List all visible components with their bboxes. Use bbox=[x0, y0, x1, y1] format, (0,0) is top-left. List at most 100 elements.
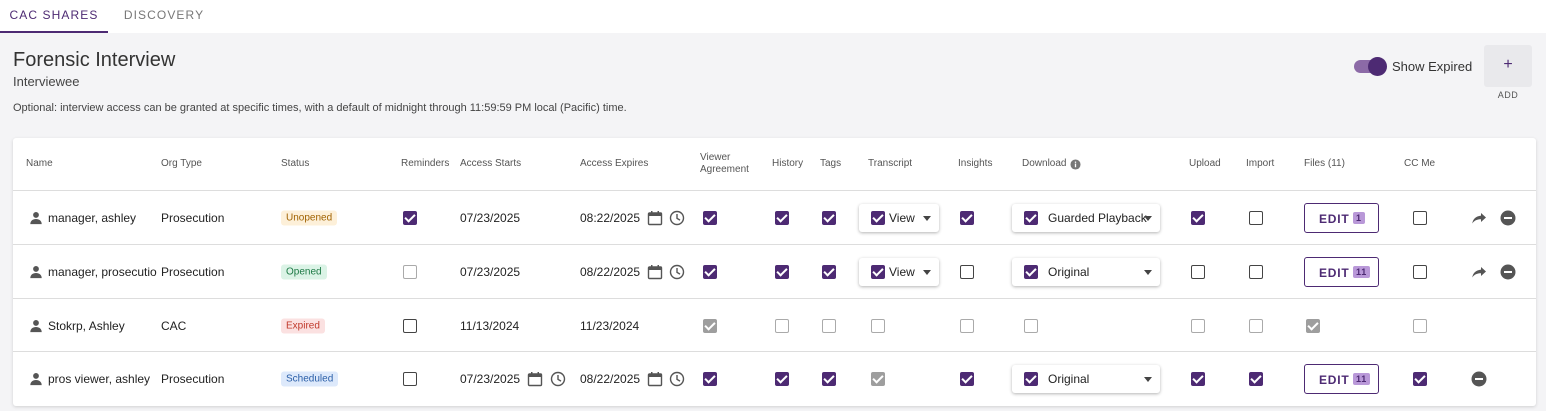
col-reminders: Reminders bbox=[401, 158, 450, 169]
calendar-icon[interactable] bbox=[647, 371, 663, 387]
upload-checkbox[interactable] bbox=[1191, 210, 1205, 225]
history-checkbox bbox=[775, 318, 789, 333]
upload-checkbox[interactable] bbox=[1191, 264, 1205, 279]
viewer-agreement-checkbox[interactable] bbox=[703, 264, 717, 279]
insights-checkbox bbox=[960, 318, 974, 333]
remove-icon[interactable] bbox=[1500, 264, 1516, 280]
remove-icon[interactable] bbox=[1471, 371, 1487, 387]
import-checkbox bbox=[1249, 318, 1263, 333]
reminders-checkbox[interactable] bbox=[403, 264, 417, 279]
edit-label: EDIT bbox=[1319, 211, 1350, 226]
shares-table: Name Org Type Status Reminders Access St… bbox=[13, 138, 1536, 406]
cc-me-checkbox bbox=[1413, 318, 1427, 333]
clock-icon[interactable] bbox=[669, 264, 685, 280]
col-org-type: Org Type bbox=[161, 158, 202, 169]
col-viewer-agreement-line1: Viewer bbox=[700, 152, 731, 163]
history-checkbox[interactable] bbox=[775, 210, 789, 225]
row-org-type: Prosecution bbox=[161, 210, 225, 225]
access-expires[interactable]: 08:22/2025 bbox=[580, 211, 640, 225]
download-dropdown[interactable]: Guarded Playback bbox=[1012, 203, 1160, 232]
show-expired-label: Show Expired bbox=[1392, 59, 1473, 74]
col-files: Files (11) bbox=[1304, 158, 1345, 169]
history-checkbox[interactable] bbox=[775, 371, 789, 386]
transcript-dropdown[interactable]: View bbox=[859, 257, 939, 286]
row-org-type: Prosecution bbox=[161, 371, 225, 386]
col-status: Status bbox=[281, 158, 310, 169]
tab-cac-shares[interactable]: CAC SHARES bbox=[0, 0, 108, 33]
remove-icon[interactable] bbox=[1500, 210, 1516, 226]
import-checkbox[interactable] bbox=[1249, 371, 1263, 386]
share-icon[interactable] bbox=[1471, 210, 1487, 226]
import-checkbox[interactable] bbox=[1249, 264, 1263, 279]
edit-files-button[interactable]: EDIT 1 bbox=[1304, 202, 1379, 233]
show-expired-toggle[interactable]: Show Expired bbox=[1354, 57, 1473, 76]
file-count-badge: 11 bbox=[1353, 265, 1371, 278]
history-checkbox[interactable] bbox=[775, 264, 789, 279]
calendar-icon[interactable] bbox=[647, 264, 663, 280]
table-row: manager, ashley Prosecution Unopened 07/… bbox=[13, 190, 1536, 244]
access-starts[interactable]: 07/23/2025 bbox=[460, 372, 520, 386]
col-upload: Upload bbox=[1189, 158, 1221, 169]
toggle-knob[interactable] bbox=[1368, 57, 1387, 76]
row-org-type: Prosecution bbox=[161, 264, 225, 279]
table-row: pros viewer, ashley Prosecution Schedule… bbox=[13, 351, 1536, 405]
download-dropdown[interactable]: Original bbox=[1012, 364, 1160, 393]
cc-me-checkbox[interactable] bbox=[1413, 371, 1427, 386]
transcript-checkbox[interactable] bbox=[871, 210, 885, 225]
reminders-checkbox[interactable] bbox=[403, 318, 417, 333]
clock-icon[interactable] bbox=[669, 210, 685, 226]
tab-discovery[interactable]: DISCOVERY bbox=[110, 0, 218, 33]
insights-checkbox[interactable] bbox=[960, 264, 974, 279]
viewer-agreement-checkbox[interactable] bbox=[703, 210, 717, 225]
access-expires[interactable]: 08/22/2025 bbox=[580, 372, 640, 386]
row-name: pros viewer, ashley bbox=[48, 371, 151, 386]
download-checkbox[interactable] bbox=[1024, 371, 1038, 386]
chevron-down-icon bbox=[923, 215, 931, 221]
clock-icon[interactable] bbox=[550, 371, 566, 387]
person-icon bbox=[30, 372, 42, 385]
upload-checkbox[interactable] bbox=[1191, 371, 1205, 386]
viewer-agreement-checkbox[interactable] bbox=[703, 371, 717, 386]
tags-checkbox[interactable] bbox=[822, 210, 836, 225]
download-checkbox[interactable] bbox=[1024, 264, 1038, 279]
toggle-track[interactable] bbox=[1354, 57, 1387, 76]
info-icon[interactable] bbox=[1070, 158, 1082, 170]
clock-icon[interactable] bbox=[669, 371, 685, 387]
transcript-checkbox[interactable] bbox=[871, 264, 885, 279]
cc-me-checkbox[interactable] bbox=[1413, 210, 1427, 225]
col-transcript: Transcript bbox=[868, 158, 913, 169]
col-insights: Insights bbox=[958, 158, 993, 169]
edit-label: EDIT bbox=[1319, 265, 1350, 280]
tags-checkbox bbox=[822, 318, 836, 333]
viewer-agreement-checkbox bbox=[703, 318, 717, 333]
share-icon[interactable] bbox=[1471, 264, 1487, 280]
download-checkbox[interactable] bbox=[1024, 210, 1038, 225]
transcript-value: View bbox=[889, 264, 915, 279]
edit-files-button[interactable]: EDIT 11 bbox=[1304, 363, 1379, 394]
tab-bar: CAC SHARES DISCOVERY bbox=[0, 0, 1546, 33]
add-button[interactable]: + bbox=[1484, 45, 1532, 87]
col-download: Download bbox=[1022, 158, 1082, 170]
calendar-icon[interactable] bbox=[647, 210, 663, 226]
download-dropdown[interactable]: Original bbox=[1012, 257, 1160, 286]
reminders-checkbox[interactable] bbox=[403, 371, 417, 386]
cc-me-checkbox[interactable] bbox=[1413, 264, 1427, 279]
access-expires[interactable]: 08/22/2025 bbox=[580, 265, 640, 279]
download-checkbox bbox=[1024, 318, 1038, 333]
calendar-icon[interactable] bbox=[527, 371, 543, 387]
reminders-checkbox[interactable] bbox=[403, 210, 417, 225]
chevron-down-icon bbox=[923, 269, 931, 275]
col-viewer-agreement: Viewer Agreement bbox=[700, 152, 749, 176]
chevron-down-icon bbox=[1144, 376, 1152, 382]
row-name: Stokrp, Ashley bbox=[48, 318, 125, 333]
tags-checkbox[interactable] bbox=[822, 371, 836, 386]
insights-checkbox[interactable] bbox=[960, 371, 974, 386]
tags-checkbox[interactable] bbox=[822, 264, 836, 279]
upload-checkbox bbox=[1191, 318, 1205, 333]
import-checkbox[interactable] bbox=[1249, 210, 1263, 225]
edit-files-button[interactable]: EDIT 11 bbox=[1304, 256, 1379, 287]
col-access-expires: Access Expires bbox=[580, 158, 649, 169]
insights-checkbox[interactable] bbox=[960, 210, 974, 225]
col-name: Name bbox=[26, 158, 53, 169]
transcript-dropdown[interactable]: View bbox=[859, 203, 939, 232]
